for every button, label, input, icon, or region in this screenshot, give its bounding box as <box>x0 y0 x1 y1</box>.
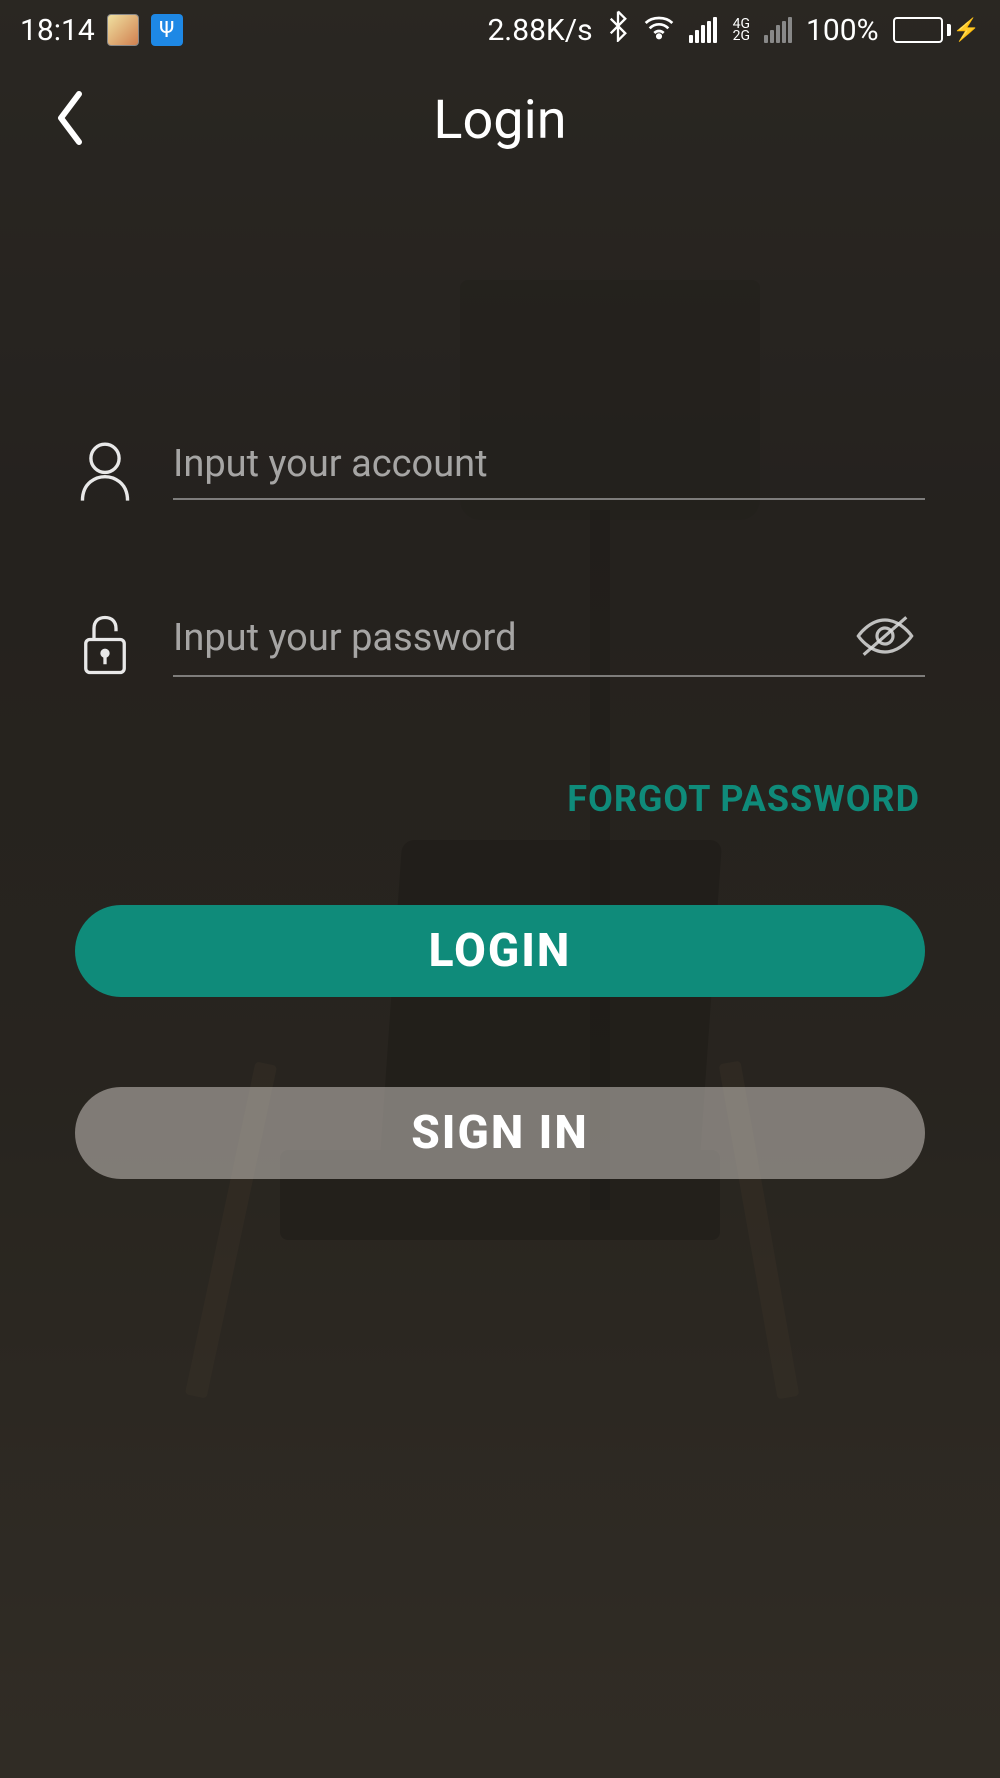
back-button[interactable] <box>50 88 90 152</box>
usb-icon: Ψ <box>151 14 183 46</box>
signal-network-label: 4G 2G <box>731 18 750 42</box>
lock-icon <box>75 612 135 678</box>
chevron-left-icon <box>50 88 90 148</box>
person-icon <box>75 440 135 502</box>
signal-bars-secondary <box>764 17 792 43</box>
eye-off-icon <box>853 613 917 659</box>
status-bar: 18:14 Ψ 2.88K/s 4G 2G 100% <box>0 0 1000 60</box>
login-button[interactable]: LOGIN <box>75 905 925 997</box>
gallery-app-icon <box>107 14 139 46</box>
forgot-password-link[interactable]: FORGOT PASSWORD <box>567 778 920 820</box>
login-form: FORGOT PASSWORD LOGIN SIGN IN <box>0 440 1000 1179</box>
signin-button[interactable]: SIGN IN <box>75 1087 925 1179</box>
bluetooth-icon <box>607 10 629 50</box>
account-row <box>75 440 925 502</box>
battery-icon: ⚡ <box>893 17 980 43</box>
page-title: Login <box>433 89 566 152</box>
battery-percent: 100% <box>806 13 879 48</box>
wifi-icon <box>643 13 675 48</box>
signal-bars-primary <box>689 17 717 43</box>
account-input[interactable] <box>173 442 925 486</box>
status-time: 18:14 <box>20 13 95 48</box>
password-row <box>75 612 925 678</box>
header: Login <box>0 60 1000 180</box>
toggle-password-visibility[interactable] <box>845 613 925 663</box>
net-speed: 2.88K/s <box>487 13 592 48</box>
password-input[interactable] <box>173 616 845 660</box>
